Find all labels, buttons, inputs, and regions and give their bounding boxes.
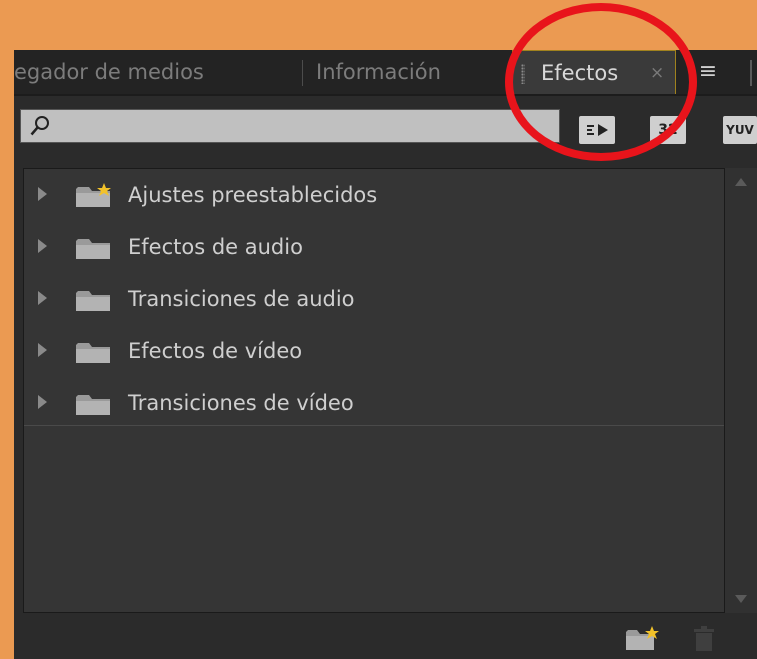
tree-item-label: Ajustes preestablecidos — [128, 183, 378, 207]
tree-item-audio-transitions[interactable]: Transiciones de audio — [24, 273, 724, 325]
trash-icon[interactable] — [692, 625, 716, 653]
tab-divider — [750, 60, 752, 86]
expand-arrow-icon[interactable] — [38, 187, 47, 201]
tree-item-label: Transiciones de vídeo — [128, 391, 354, 415]
vertical-scrollbar[interactable] — [725, 168, 757, 613]
folder-icon — [76, 291, 110, 311]
expand-arrow-icon[interactable] — [38, 239, 47, 253]
tab-info[interactable]: Información — [316, 50, 486, 94]
folder-icon — [76, 343, 110, 363]
expand-arrow-icon[interactable] — [38, 291, 47, 305]
new-custom-bin-icon[interactable] — [624, 626, 660, 652]
expand-arrow-icon[interactable] — [38, 343, 47, 357]
tree-item-audio-effects[interactable]: Efectos de audio — [24, 221, 724, 273]
scroll-up-arrow-icon[interactable] — [735, 178, 747, 186]
effects-tree: Ajustes preestablecidos Efectos de audio… — [23, 168, 725, 613]
folder-icon — [76, 395, 110, 415]
scroll-down-arrow-icon[interactable] — [735, 595, 747, 603]
tree-item-presets[interactable]: Ajustes preestablecidos — [24, 169, 724, 221]
divider — [24, 425, 724, 426]
tab-divider — [302, 60, 303, 86]
tree-item-video-effects[interactable]: Efectos de vídeo — [24, 325, 724, 377]
folder-icon — [76, 239, 110, 259]
button-label: YUV — [726, 123, 754, 137]
highlight-circle — [505, 3, 697, 161]
tab-label: egador de medios — [14, 60, 204, 84]
expand-arrow-icon[interactable] — [38, 395, 47, 409]
panel-footer — [14, 613, 757, 659]
search-icon — [30, 116, 49, 136]
tree-item-video-transitions[interactable]: Transiciones de vídeo — [24, 377, 724, 429]
tab-media-browser[interactable]: egador de medios — [14, 50, 286, 94]
search-field[interactable] — [20, 109, 560, 143]
tab-label: Información — [316, 60, 441, 84]
tree-item-label: Efectos de audio — [128, 235, 303, 259]
folder-star-icon — [76, 183, 111, 207]
yuv-effects-button[interactable]: YUV — [723, 116, 757, 144]
search-input[interactable] — [53, 112, 557, 140]
screenshot-root: { "tabs": [ {"label": "egador de medios"… — [0, 0, 757, 659]
tree-item-label: Efectos de vídeo — [128, 339, 303, 363]
tree-item-label: Transiciones de audio — [128, 287, 355, 311]
